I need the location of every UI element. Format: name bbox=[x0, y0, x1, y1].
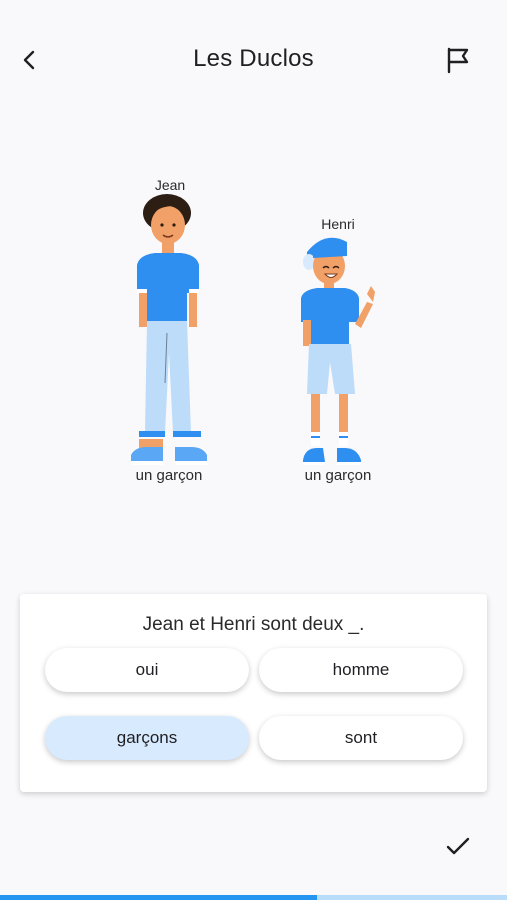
page-title: Les Duclos bbox=[193, 45, 314, 72]
character-name-jean: Jean bbox=[154, 177, 186, 193]
jean-illustration bbox=[131, 194, 207, 465]
question-card: Jean et Henri sont deux _. oui homme gar… bbox=[20, 594, 487, 792]
top-bar: Les Duclos bbox=[0, 0, 507, 120]
answer-option-sont[interactable]: sont bbox=[259, 716, 463, 760]
question-text: Jean et Henri sont deux _. bbox=[142, 614, 365, 635]
henri-illustration bbox=[301, 237, 375, 465]
flag-icon bbox=[447, 47, 469, 74]
progress-bar-fill bbox=[0, 895, 317, 900]
character-name-henri: Henri bbox=[321, 216, 355, 232]
illustration-scene: Jean Henri un garçon un garçon bbox=[0, 160, 507, 500]
caption-jean: un garçon bbox=[135, 467, 203, 484]
caption-henri: un garçon bbox=[304, 467, 372, 484]
answer-option-oui[interactable]: oui bbox=[45, 648, 249, 692]
progress-bar bbox=[0, 895, 507, 900]
report-flag-button[interactable] bbox=[438, 40, 478, 80]
answer-option-garcons[interactable]: garçons bbox=[45, 716, 249, 760]
check-answer-button[interactable] bbox=[438, 826, 478, 866]
checkmark-icon bbox=[446, 837, 470, 855]
answer-option-homme[interactable]: homme bbox=[259, 648, 463, 692]
